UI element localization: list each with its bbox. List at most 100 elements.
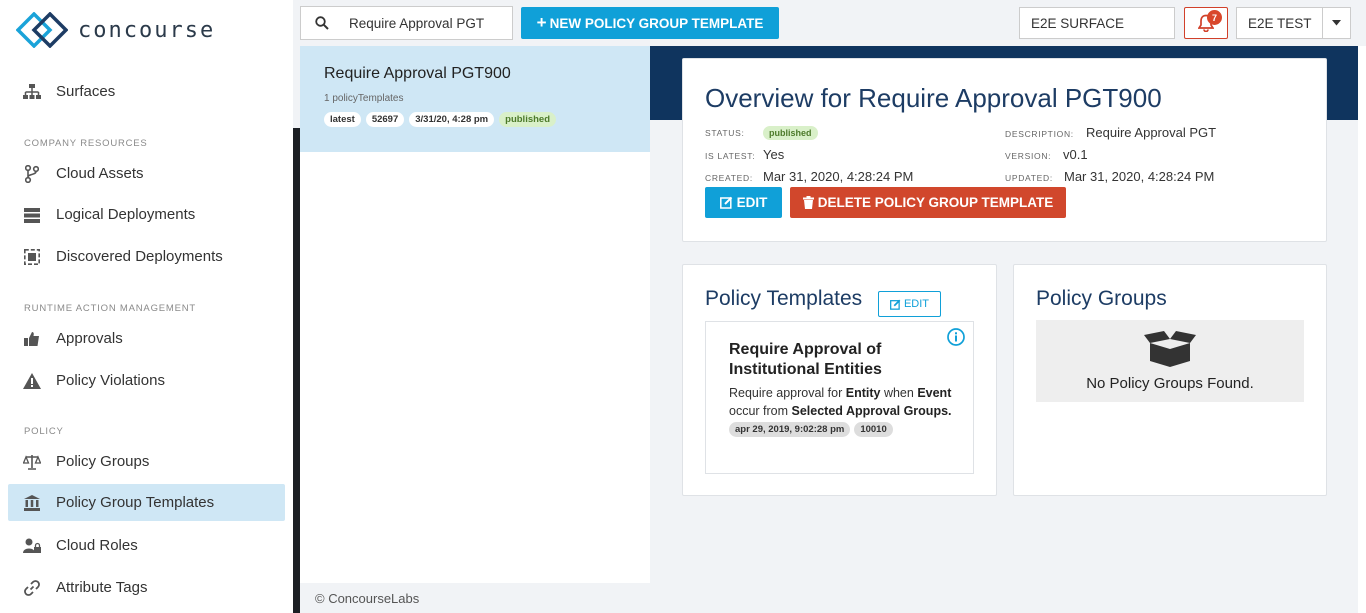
- footer: © ConcourseLabs: [300, 583, 1358, 613]
- policy-templates-title: Policy Templates: [705, 287, 863, 310]
- notifications-button[interactable]: 7: [1184, 7, 1228, 39]
- search-icon: [315, 16, 329, 30]
- sidebar-item-label: Cloud Assets: [56, 165, 144, 182]
- policy-groups-card: Policy Groups No Policy Groups Found.: [1013, 264, 1327, 496]
- created-label: CREATED:: [705, 173, 753, 183]
- empty-state-text: No Policy Groups Found.: [1086, 374, 1254, 392]
- surface-selector[interactable]: E2E SURFACE: [1019, 7, 1175, 39]
- is-latest-value: Yes: [763, 147, 785, 162]
- balance-scale-icon: [22, 452, 42, 472]
- sidebar-item-label: Policy Group Templates: [56, 494, 215, 511]
- id-chip: 10010: [854, 422, 893, 437]
- is-latest-label: IS LATEST:: [705, 151, 756, 161]
- version-value: v0.1: [1063, 147, 1088, 162]
- policy-groups-title: Policy Groups: [1036, 287, 1167, 310]
- date-chip: 3/31/20, 4:28 pm: [409, 112, 495, 127]
- updated-value: Mar 31, 2020, 4:28:24 PM: [1064, 169, 1215, 184]
- latest-chip: latest: [324, 112, 361, 127]
- created-row: CREATED: Mar 31, 2020, 4:28:24 PM: [705, 169, 913, 184]
- edit-policy-templates-button[interactable]: EDIT: [878, 291, 941, 317]
- policy-template-description: Require approval for Entity when Event o…: [729, 386, 952, 418]
- new-policy-group-template-button[interactable]: + NEW POLICY GROUP TEMPLATE: [521, 7, 779, 39]
- list-item[interactable]: Require Approval PGT900 1 policyTemplate…: [300, 46, 650, 152]
- edit-outline-label: EDIT: [903, 298, 930, 310]
- empty-state: No Policy Groups Found.: [1036, 320, 1304, 402]
- search-input[interactable]: Require Approval PGT: [300, 6, 513, 40]
- sidebar-item-label: Surfaces: [56, 83, 116, 100]
- section-label: RUNTIME ACTION MANAGEMENT: [24, 303, 197, 314]
- user-label: E2E TEST: [1247, 15, 1312, 31]
- description-value: Require Approval PGT: [1086, 125, 1217, 140]
- status-label: STATUS:: [705, 128, 745, 138]
- sidebar: concourse Surfaces COMPANY RESOURCES Clo…: [0, 0, 293, 613]
- policy-template-name: Require Approval of Institutional Entiti…: [729, 341, 882, 378]
- version-row: VERSION: v0.1: [1005, 147, 1088, 162]
- page-title: Overview for Require Approval PGT900: [705, 83, 1162, 113]
- updated-label: UPDATED:: [1005, 173, 1053, 183]
- logo[interactable]: concourse: [16, 12, 215, 48]
- sidebar-item-discovered-deployments[interactable]: Discovered Deployments: [8, 238, 285, 275]
- concourse-logo-icon: [16, 12, 68, 48]
- sidebar-item-label: Attribute Tags: [56, 579, 148, 596]
- scan-icon: [22, 247, 42, 267]
- new-button-label: NEW POLICY GROUP TEMPLATE: [549, 15, 764, 31]
- list-item-subtitle: 1 policyTemplates: [324, 93, 404, 104]
- is-latest-row: IS LATEST: Yes: [705, 147, 784, 162]
- sitemap-icon: [22, 82, 42, 102]
- policy-template-item[interactable]: Require Approval of Institutional Entiti…: [705, 321, 974, 474]
- overview-card: Overview for Require Approval PGT900 STA…: [682, 58, 1327, 242]
- sidebar-item-label: Cloud Roles: [56, 537, 138, 554]
- updated-row: UPDATED: Mar 31, 2020, 4:28:24 PM: [1005, 169, 1214, 184]
- notification-count-badge: 7: [1207, 10, 1222, 25]
- status-chip: published: [499, 112, 557, 127]
- server-icon: [22, 205, 42, 225]
- sidebar-item-label: Policy Violations: [56, 372, 165, 389]
- surface-label: E2E SURFACE: [1031, 15, 1125, 31]
- description-label: DESCRIPTION:: [1005, 129, 1074, 139]
- sidebar-item-logical-deployments[interactable]: Logical Deployments: [8, 196, 285, 233]
- section-label: COMPANY RESOURCES: [24, 138, 148, 149]
- status-badge: published: [763, 126, 818, 140]
- trash-icon: [802, 196, 814, 209]
- search-value: Require Approval PGT: [349, 15, 485, 31]
- list-item-title: Require Approval PGT900: [324, 65, 511, 82]
- sidebar-item-approvals[interactable]: Approvals: [8, 320, 285, 357]
- sidebar-item-cloud-assets[interactable]: Cloud Assets: [8, 155, 285, 192]
- warning-icon: [22, 371, 42, 391]
- version-label: VERSION:: [1005, 151, 1052, 161]
- edit-button-label: EDIT: [736, 195, 768, 210]
- edit-button[interactable]: EDIT: [705, 187, 782, 218]
- institution-icon: [22, 493, 42, 513]
- sidebar-item-policy-groups[interactable]: Policy Groups: [8, 443, 285, 480]
- delete-policy-group-template-button[interactable]: DELETE POLICY GROUP TEMPLATE: [790, 187, 1066, 218]
- link-icon: [22, 578, 42, 598]
- edit-icon: [890, 299, 901, 310]
- sidebar-item-label: Approvals: [56, 330, 123, 347]
- sidebar-item-surfaces[interactable]: Surfaces: [8, 73, 285, 110]
- created-value: Mar 31, 2020, 4:28:24 PM: [763, 169, 914, 184]
- thumbs-up-icon: [22, 329, 42, 349]
- section-label: POLICY: [24, 426, 64, 437]
- info-icon[interactable]: [947, 328, 965, 346]
- sidebar-item-attribute-tags[interactable]: Attribute Tags: [8, 569, 285, 606]
- id-chip: 52697: [365, 112, 405, 127]
- date-chip: apr 29, 2019, 9:02:28 pm: [729, 422, 851, 437]
- scrollbar-track[interactable]: [1358, 46, 1366, 613]
- user-menu[interactable]: E2E TEST: [1236, 7, 1351, 39]
- sidebar-item-cloud-roles[interactable]: Cloud Roles: [8, 527, 285, 564]
- sidebar-item-label: Policy Groups: [56, 453, 150, 470]
- empty-box-icon: [1144, 330, 1196, 367]
- sidebar-item-policy-group-templates[interactable]: Policy Group Templates: [8, 484, 285, 521]
- sidebar-item-label: Logical Deployments: [56, 206, 196, 223]
- policy-templates-card: Policy Templates EDIT Require Approval o…: [682, 264, 997, 496]
- plus-icon: +: [536, 13, 547, 32]
- delete-button-label: DELETE POLICY GROUP TEMPLATE: [817, 195, 1054, 210]
- branch-icon: [22, 164, 42, 184]
- template-list: Require Approval PGT900 1 policyTemplate…: [300, 46, 650, 583]
- sidebar-item-label: Discovered Deployments: [56, 248, 223, 265]
- caret-down-icon[interactable]: [1322, 8, 1350, 38]
- edit-icon: [719, 196, 732, 209]
- sidebar-item-policy-violations[interactable]: Policy Violations: [8, 362, 285, 399]
- sidebar-divider: [293, 128, 300, 613]
- user-lock-icon: [22, 536, 42, 556]
